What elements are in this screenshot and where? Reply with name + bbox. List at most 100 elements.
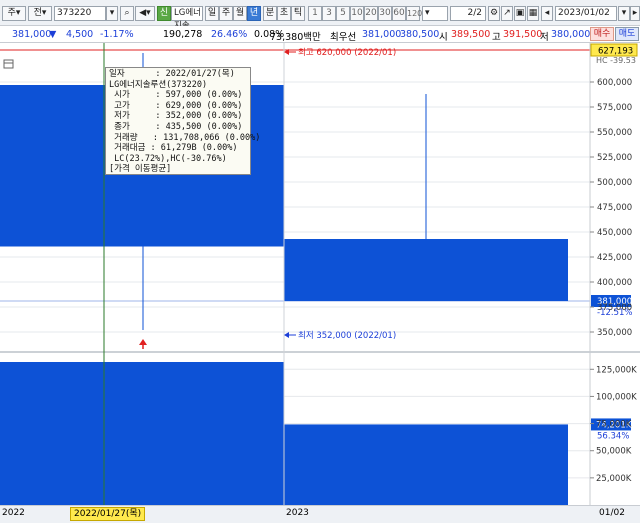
best-quote-label: 최우선 [330, 32, 357, 43]
change-arrow-icon: ▼ [49, 29, 57, 40]
high-marker-label: 최고 620,000 (2022/01) [298, 47, 396, 58]
cursor-date-tag: 2022/01/27(목) [70, 507, 146, 521]
volume-tick-label: 25,000K [596, 474, 632, 484]
period-month-button[interactable]: 월 [233, 6, 247, 21]
sell-label: 매도 [618, 29, 636, 39]
volume-tick-label: 125,000K [596, 365, 637, 375]
price-tick-label: 575,000 [597, 103, 632, 113]
candle-info-tooltip: 일자 : 2022/01/27(목) LG에너지솔루션(373220) 시가 : … [105, 67, 260, 175]
badge-label: 신 [159, 8, 169, 18]
low-marker-label: 최저 352,000 (2022/01) [298, 330, 396, 341]
period-minute-button[interactable]: 분 [263, 6, 277, 21]
candle-body [284, 239, 568, 301]
price-tick-label: 425,000 [597, 253, 632, 263]
period-tick-button[interactable]: 틱 [291, 6, 305, 21]
period-second-label: 초 [279, 8, 289, 18]
period-week-button[interactable]: 주 [219, 6, 233, 21]
interval-10-button[interactable]: 10 [350, 6, 364, 21]
stock-dropdown-icon[interactable]: ▾ [106, 6, 118, 21]
interval-60-button[interactable]: 60 [392, 6, 406, 21]
page-indicator: 2/2 [450, 6, 486, 21]
tooltip-line: LG에너지솔루션(373220) [109, 79, 208, 90]
tooltip-line: [가격 이동평균] [109, 164, 172, 175]
interval-1-button[interactable]: 1 [308, 6, 322, 21]
volume-ratio: 26.46% [211, 29, 248, 40]
stock-code-value: 373220 [57, 8, 92, 18]
x-label-2022: 2022 [2, 508, 25, 518]
grid-icon[interactable]: ▦ [527, 6, 539, 21]
page-label: 2/2 [467, 8, 482, 18]
current-price: 381,000 [12, 29, 52, 40]
top-percent-label: HC -39.53 [596, 56, 636, 65]
top-price-tag-label: 627,193 [598, 47, 633, 57]
prev-arrow-icon[interactable]: ◂ [541, 6, 553, 21]
period-second-button[interactable]: 초 [277, 6, 291, 21]
high-marker: 최고 620,000 (2022/01) [284, 47, 396, 58]
period-tick-label: 틱 [293, 8, 303, 18]
tooltip-line: 일자 : 2022/01/27(목) [109, 69, 235, 79]
type-select[interactable]: 전▾ [28, 6, 52, 21]
interval-3-button[interactable]: 3 [322, 6, 336, 21]
interval-label: 1 [312, 8, 318, 18]
low-price: 380,000 [551, 29, 591, 40]
type-label: 전 [33, 8, 42, 18]
more-icon[interactable]: ▸ [630, 6, 640, 21]
volume-tick-label: 50,000K [596, 447, 632, 457]
interval-dropdown[interactable]: ▾ [422, 6, 448, 21]
draw-tool-icon[interactable]: ↗ [501, 6, 513, 21]
high-label: 고 [492, 32, 501, 43]
sell-button[interactable]: 매도 [615, 27, 639, 41]
interval-5-button[interactable]: 5 [336, 6, 350, 21]
date-input[interactable]: 2023/01/02 [555, 6, 617, 21]
tooltip-line: 거래대금 : 61,279B (0.00%) [109, 143, 238, 154]
tooltip-line: 종가 : 435,500 (0.00%) [109, 121, 243, 132]
price-tick-label: 550,000 [597, 128, 632, 138]
volume-tick-label: 75,000K [596, 420, 632, 430]
stock-code-input[interactable]: 373220 [54, 6, 106, 21]
search-icon[interactable]: ⌕ [120, 6, 134, 21]
best-bid: 380,500 [400, 29, 440, 40]
period-minute-label: 분 [265, 8, 275, 18]
calendar-icon[interactable]: ▾ [618, 6, 630, 21]
volume-bar [284, 424, 568, 505]
price-volume-chart[interactable]: 최고 620,000 (2022/01) 최저 352,000 (2022/01… [0, 43, 640, 505]
volume-value: 190,278 [163, 29, 203, 40]
interval-label: 30 [379, 8, 391, 18]
price-tick-label: 450,000 [597, 228, 632, 238]
sound-icon[interactable]: ◀▾ [135, 6, 155, 21]
open-price: 389,500 [451, 29, 491, 40]
buy-button[interactable]: 매수 [590, 27, 614, 41]
open-label: 시 [439, 32, 448, 43]
interval-label: 3 [326, 8, 332, 18]
best-ask: 381,000 [362, 29, 402, 40]
time-axis: 2022 2022/01/27(목) 2023 01/02 [0, 505, 640, 523]
price-tick-label: 350,000 [597, 328, 632, 338]
interval-label: 10 [351, 8, 363, 18]
market-select[interactable]: 주▾ [2, 6, 26, 21]
price-tick-label: 600,000 [597, 78, 632, 88]
price-tick-label: 375,000 [597, 303, 632, 313]
interval-label: 120 [407, 9, 423, 18]
period-month-label: 월 [235, 8, 245, 18]
price-change: 4,500 [66, 29, 94, 40]
price-tick-label: 500,000 [597, 178, 632, 188]
period-week-label: 주 [221, 8, 231, 18]
tooltip-line: 고가 : 629,000 (0.00%) [109, 100, 243, 111]
interval-30-button[interactable]: 30 [378, 6, 392, 21]
save-icon[interactable]: ▣ [514, 6, 526, 21]
period-year-label: 년 [249, 8, 259, 18]
interval-label: 20 [365, 8, 377, 18]
low-label: 저 [540, 32, 549, 43]
price-tick-label: 525,000 [597, 153, 632, 163]
interval-20-button[interactable]: 20 [364, 6, 378, 21]
period-day-label: 일 [207, 8, 217, 18]
market-label: 주 [7, 8, 16, 18]
stock-name: LG에너지솔 [171, 6, 203, 31]
period-day-button[interactable]: 일 [205, 6, 219, 21]
interval-120-button[interactable]: 120 [406, 6, 423, 21]
high-price: 391,500 [503, 29, 543, 40]
quote-bar: 381,000 ▼ 4,500 -1.17% 190,278 26.46% 0.… [0, 26, 640, 43]
x-label-2023: 2023 [286, 508, 309, 518]
settings-icon[interactable]: ⚙ [488, 6, 500, 21]
period-year-button[interactable]: 년 [247, 6, 261, 21]
